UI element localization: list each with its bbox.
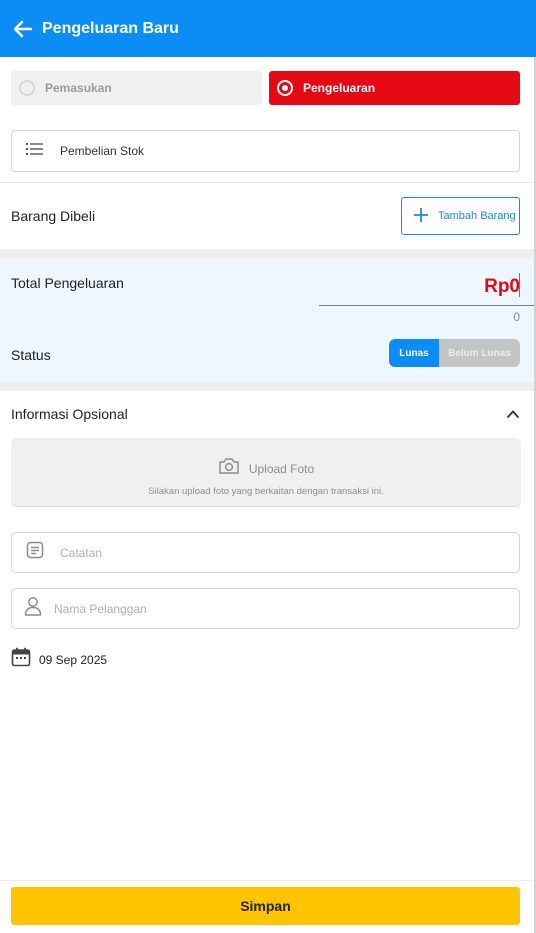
camera-icon <box>218 457 240 480</box>
optional-info-title: Informasi Opsional <box>11 406 128 422</box>
status-label: Status <box>11 347 51 363</box>
page-title: Pengeluaran Baru <box>42 19 179 37</box>
customer-name-placeholder: Nama Pelanggan <box>54 601 147 616</box>
calendar-icon <box>11 647 31 672</box>
category-value: Pembelian Stok <box>60 144 145 158</box>
date-picker[interactable]: 09 Sep 2025 <box>11 647 107 672</box>
radio-icon <box>19 80 35 96</box>
note-placeholder: Catatan <box>60 545 103 560</box>
add-item-button[interactable]: Tambah Barang <box>401 197 520 235</box>
amount-counter: 0 <box>513 310 520 324</box>
status-option-lunas[interactable]: Lunas <box>389 339 439 367</box>
items-label: Barang Dibeli <box>11 208 96 224</box>
total-label: Total Pengeluaran <box>11 275 124 291</box>
upload-title: Upload Foto <box>248 461 315 476</box>
status-option-belum-lunas[interactable]: Belum Lunas <box>439 339 520 367</box>
type-label-pemasukan: Pemasukan <box>45 81 112 95</box>
divider <box>0 182 534 183</box>
amount-underline <box>319 305 534 306</box>
type-label-pengeluaran: Pengeluaran <box>303 81 376 95</box>
status-toggle: Lunas Belum Lunas <box>389 339 520 367</box>
type-option-pemasukan[interactable]: Pemasukan <box>11 71 262 105</box>
page: Pengeluaran Baru Pemasukan Pengeluaran P… <box>0 0 536 933</box>
upload-subtitle: Silakan upload foto yang berkaitan denga… <box>148 486 384 497</box>
radio-selected-icon <box>277 80 293 96</box>
type-option-pengeluaran[interactable]: Pengeluaran <box>269 71 520 105</box>
text-cursor <box>519 273 520 297</box>
date-value: 09 Sep 2025 <box>39 652 108 667</box>
app-bar: Pengeluaran Baru <box>0 0 536 57</box>
note-input[interactable]: Catatan <box>11 532 520 573</box>
section-separator <box>0 249 534 259</box>
user-icon <box>24 596 42 621</box>
bottom-bar: Simpan <box>0 880 534 933</box>
total-amount-input[interactable]: Rp0 <box>484 276 520 298</box>
total-section: Total Pengeluaran Rp0 0 Status Lunas Bel… <box>0 259 534 382</box>
add-item-label: Tambah Barang <box>438 210 516 222</box>
category-select[interactable]: Pembelian Stok <box>11 130 520 172</box>
plus-icon <box>414 206 428 226</box>
transaction-type-toggle: Pemasukan Pengeluaran <box>11 71 520 105</box>
chevron-up-icon <box>506 407 520 421</box>
save-button[interactable]: Simpan <box>11 887 520 925</box>
list-icon <box>26 142 44 161</box>
note-icon <box>26 541 44 564</box>
arrow-left-icon[interactable] <box>12 18 34 40</box>
upload-photo-area[interactable]: Upload Foto Silakan upload foto yang ber… <box>11 438 521 507</box>
customer-name-input[interactable]: Nama Pelanggan <box>11 588 520 629</box>
optional-info-header[interactable]: Informasi Opsional <box>0 392 534 436</box>
section-separator <box>0 382 534 391</box>
